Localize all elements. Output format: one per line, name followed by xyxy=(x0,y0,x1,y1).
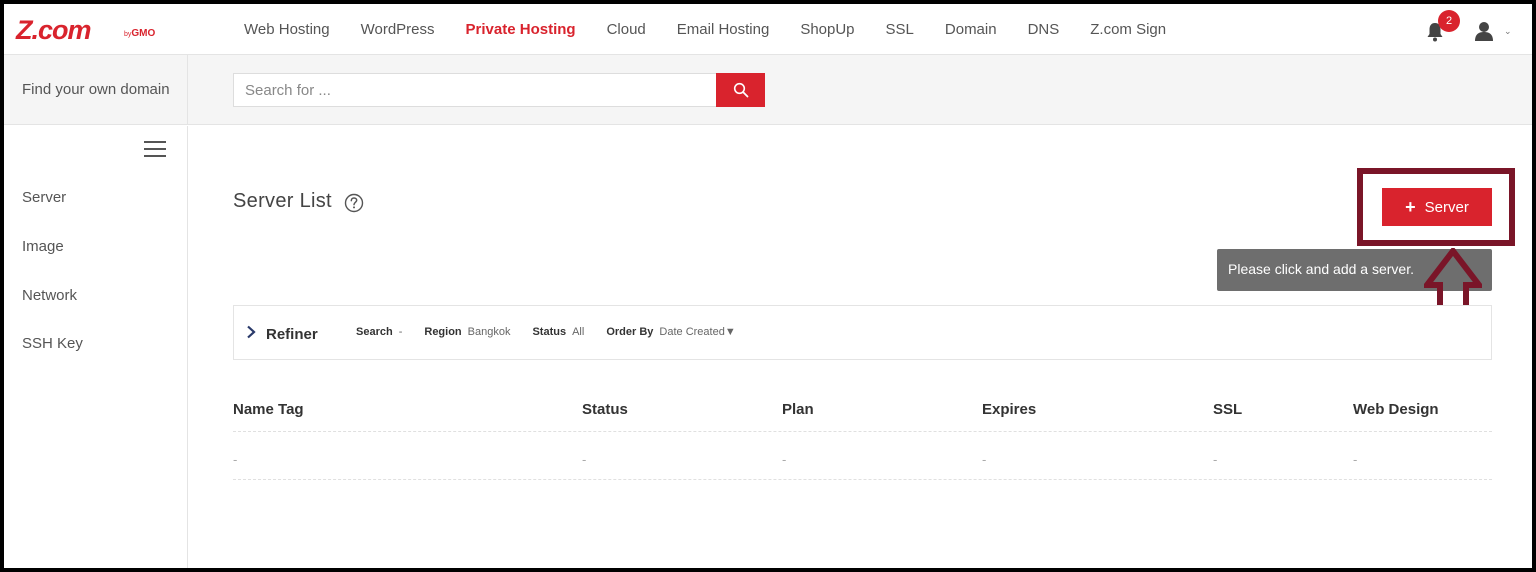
menu-icon[interactable] xyxy=(144,141,166,157)
filter-order-key: Order By xyxy=(606,326,654,338)
filter-status-key: Status xyxy=(532,326,567,338)
search-icon xyxy=(733,82,748,98)
user-icon[interactable] xyxy=(1474,21,1494,41)
filter-search-key: Search xyxy=(356,326,393,338)
chevron-down-icon[interactable]: ⌄ xyxy=(1504,26,1512,37)
nav-ssl[interactable]: SSL xyxy=(886,21,914,38)
sidebar: Server Image Network SSH Key xyxy=(4,126,188,568)
domain-search-input[interactable] xyxy=(233,73,717,107)
top-nav: Z.com byGMO Web Hosting WordPress Privat… xyxy=(4,4,1532,55)
cell-expires: - xyxy=(982,452,987,467)
refiner-filters: Search - Region Bangkok Status All Order… xyxy=(356,326,736,338)
find-domain-label: Find your own domain xyxy=(22,81,170,98)
col-plan: Plan xyxy=(782,401,814,418)
cell-name-tag: - xyxy=(233,452,238,467)
col-ssl: SSL xyxy=(1213,401,1243,418)
table-header: Name Tag Status Plan Expires SSL Web Des… xyxy=(233,394,1492,432)
logo-sub: byGMO xyxy=(124,28,155,39)
app-window: Z.com byGMO Web Hosting WordPress Privat… xyxy=(4,4,1532,568)
refiner-toggle[interactable]: Refiner xyxy=(266,326,318,343)
col-web-design: Web Design xyxy=(1353,401,1439,418)
add-server-button[interactable]: + Server xyxy=(1382,188,1492,226)
sidebar-item-network[interactable]: Network xyxy=(22,287,77,304)
col-expires: Expires xyxy=(982,401,1037,418)
help-icon[interactable] xyxy=(344,193,364,213)
refiner-panel: Refiner Search - Region Bangkok Status A… xyxy=(233,305,1492,360)
nav-web-hosting[interactable]: Web Hosting xyxy=(244,21,330,38)
logo[interactable]: Z.com xyxy=(16,16,92,44)
plus-icon: + xyxy=(1405,197,1416,217)
nav-email-hosting[interactable]: Email Hosting xyxy=(677,21,770,38)
search-button[interactable] xyxy=(716,73,765,107)
divider xyxy=(187,55,188,125)
sidebar-item-server[interactable]: Server xyxy=(22,189,66,206)
cell-web-design: - xyxy=(1353,452,1358,467)
table-row: - - - - - - xyxy=(233,432,1492,480)
nav-links: Web Hosting WordPress Private Hosting Cl… xyxy=(244,4,1197,55)
nav-shopup[interactable]: ShopUp xyxy=(800,21,854,38)
sidebar-item-ssh-key[interactable]: SSH Key xyxy=(22,335,83,352)
nav-domain[interactable]: Domain xyxy=(945,21,997,38)
filter-status-value: All xyxy=(572,326,585,338)
cell-ssl: - xyxy=(1213,452,1218,467)
filter-region-value: Bangkok xyxy=(467,326,511,338)
nav-cloud[interactable]: Cloud xyxy=(607,21,646,38)
nav-zcom-sign[interactable]: Z.com Sign xyxy=(1090,21,1166,38)
sidebar-item-image[interactable]: Image xyxy=(22,238,64,255)
filter-region-key: Region xyxy=(424,326,462,338)
cell-plan: - xyxy=(782,452,787,467)
page-title: Server List xyxy=(233,190,332,212)
col-name-tag: Name Tag xyxy=(233,401,304,418)
col-status: Status xyxy=(582,401,628,418)
nav-dns[interactable]: DNS xyxy=(1028,21,1060,38)
filter-order-value[interactable]: Date Created▼ xyxy=(659,326,735,338)
add-server-label: Server xyxy=(1424,198,1469,216)
server-table: Name Tag Status Plan Expires SSL Web Des… xyxy=(233,394,1492,480)
filter-search-value: - xyxy=(398,326,403,338)
chevron-right-icon[interactable] xyxy=(246,325,256,339)
nav-private-hosting[interactable]: Private Hosting xyxy=(466,21,576,38)
notification-badge[interactable]: 2 xyxy=(1438,10,1460,32)
domain-search-bar: Find your own domain xyxy=(4,55,1532,125)
nav-wordpress[interactable]: WordPress xyxy=(361,21,435,38)
cell-status: - xyxy=(582,452,587,467)
logo-gmo: GMO xyxy=(131,28,156,39)
